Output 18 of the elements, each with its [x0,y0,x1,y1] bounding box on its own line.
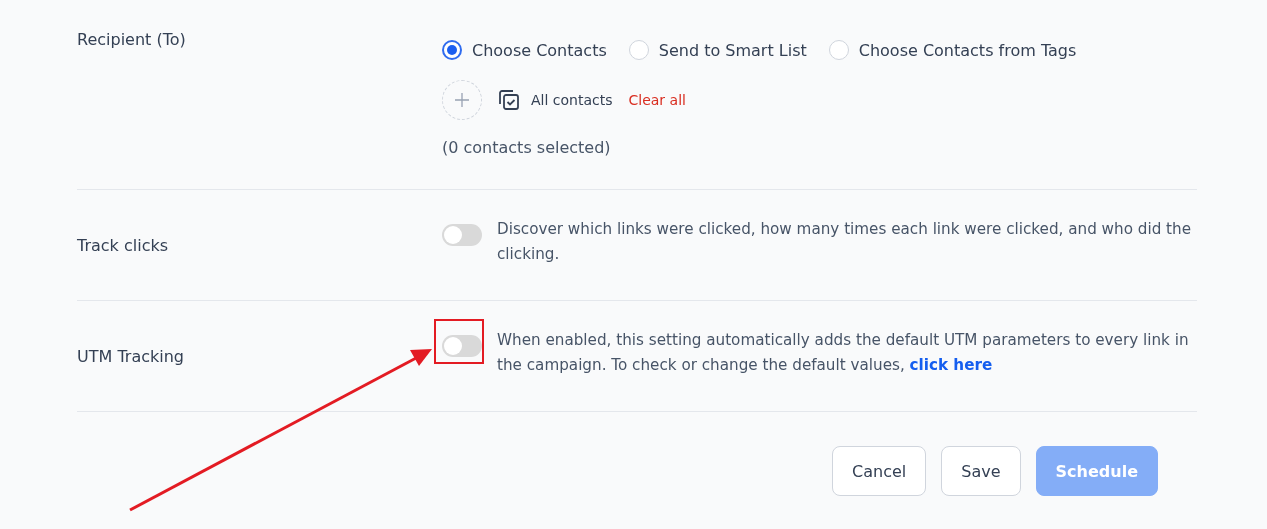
setting-description: When enabled, this setting automatically adds the default UTM parameters to every link in the campaign. To check or change the default values, click here [497,330,1190,376]
toggle-switch[interactable] [442,335,482,357]
action-button[interactable]: Cancel [832,446,927,496]
setting-label: UTM Tracking [77,346,185,366]
setting-description: Discover which links were clicked, how many times each link were clicked, and who did the clicking. [497,219,1193,265]
action-button[interactable]: Save [941,446,1021,496]
clear-all-link[interactable]: Clear all [628,92,686,108]
radio-option[interactable]: Send to Smart List [628,40,807,60]
click-here-link[interactable]: click here [909,356,993,374]
field-label: Recipient (To) [77,29,187,51]
plus-icon [454,92,470,108]
radio-option[interactable]: Choose Contacts from Tags [828,40,1077,60]
setting-label: Track clicks [77,235,170,255]
radio-option[interactable]: Choose Contacts [442,40,607,60]
all-contacts-label: All contacts [531,92,613,108]
checkbox-copy-icon [497,88,521,112]
contacts-count: (0 contacts selected) [442,138,612,157]
toggle-switch[interactable] [442,224,482,246]
